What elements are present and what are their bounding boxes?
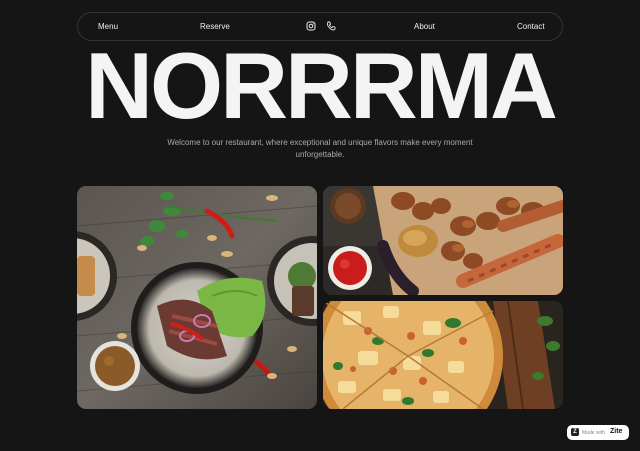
grilled-skewers-image — [323, 186, 563, 295]
badge-prefix: Made with — [582, 430, 605, 436]
hero-title: NORRRMA — [85, 33, 558, 138]
nav-menu-link[interactable]: Menu — [98, 22, 118, 31]
steak-dish-image — [77, 186, 317, 409]
nav-contact-link[interactable]: Contact — [517, 22, 545, 31]
phone-icon[interactable] — [325, 20, 337, 32]
nav-about-link[interactable]: About — [414, 22, 435, 31]
nav-reserve-link[interactable]: Reserve — [200, 22, 230, 31]
pizza-image — [323, 301, 563, 409]
zite-logo-icon: Z — [571, 428, 579, 436]
badge-brand: Zite — [610, 428, 623, 435]
instagram-icon[interactable] — [305, 20, 317, 32]
made-with-zite-badge[interactable]: Z Made with Zite — [567, 425, 629, 440]
tagline: Welcome to our restaurant, where excepti… — [167, 138, 473, 159]
